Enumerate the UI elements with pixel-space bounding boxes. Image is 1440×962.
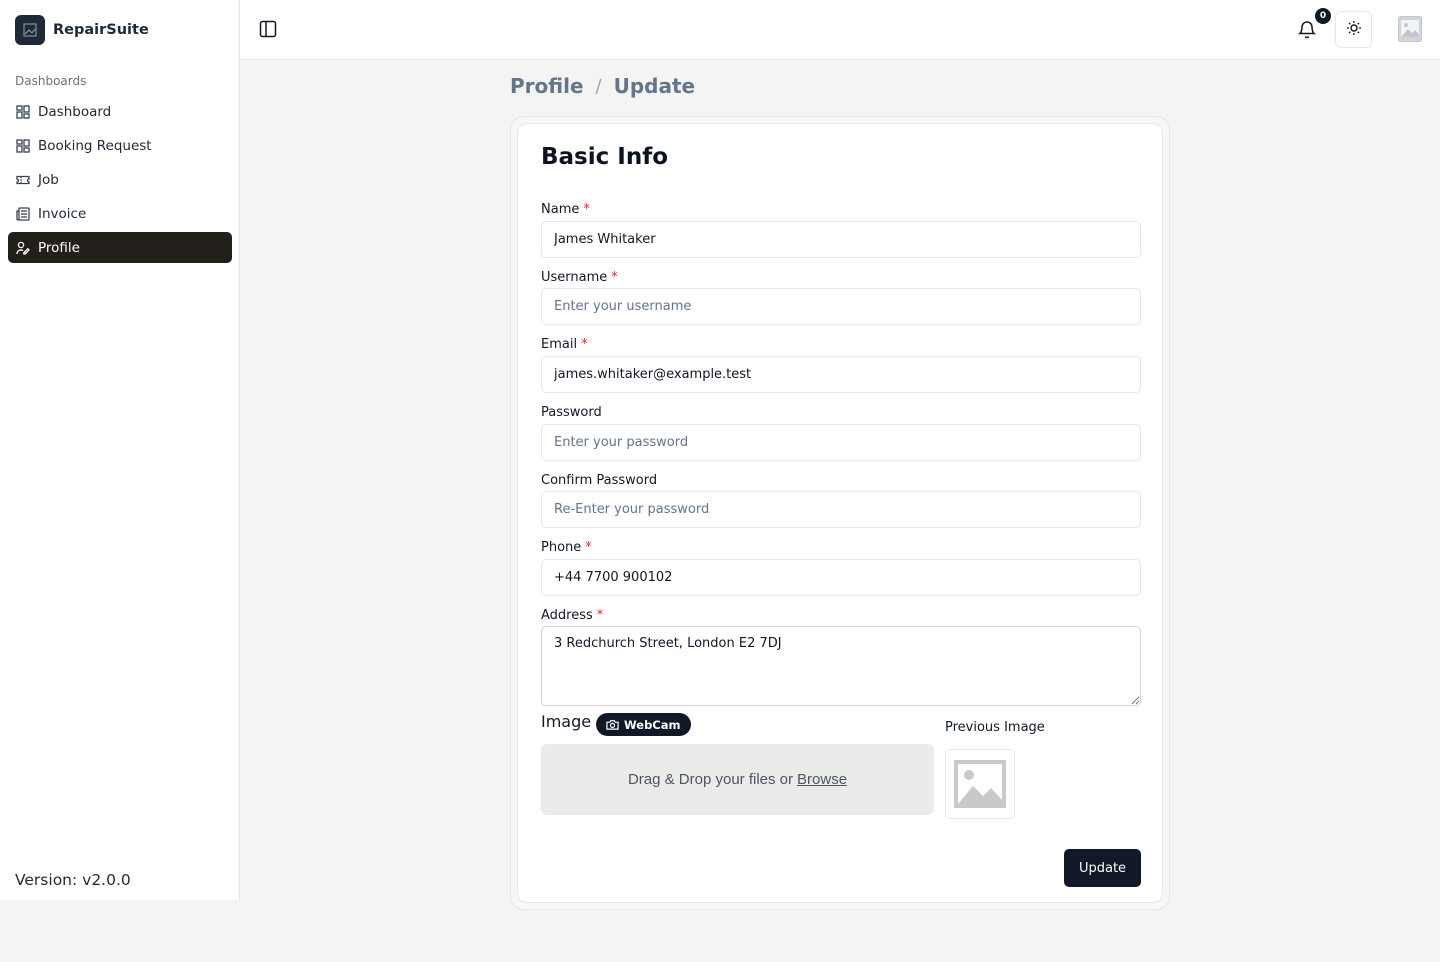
phone-label: Phone * — [541, 540, 592, 555]
name-label-text: Name — [541, 202, 580, 217]
username-field[interactable] — [541, 288, 1141, 325]
phone-label-text: Phone — [541, 540, 582, 555]
image-label: Image — [541, 712, 592, 731]
required-mark: * — [583, 202, 590, 217]
name-label: Name * — [541, 202, 590, 217]
sidebar-item-job[interactable]: Job — [8, 164, 232, 195]
sidebar-item-dashboard[interactable]: Dashboard — [8, 96, 232, 127]
sidebar-item-label: Job — [38, 171, 59, 188]
username-label-text: Username — [541, 270, 608, 285]
broken-image-icon — [23, 23, 37, 37]
sun-icon — [1346, 20, 1362, 40]
avatar-image-icon[interactable] — [1398, 16, 1422, 42]
app-version: Version: v2.0.0 — [15, 871, 131, 889]
name-field[interactable] — [541, 221, 1141, 258]
ticket-icon — [16, 173, 30, 187]
nav-group-label: Dashboards — [15, 74, 87, 88]
phone-field[interactable] — [541, 559, 1141, 596]
sidebar-item-label: Invoice — [38, 205, 87, 222]
dropzone-text: Drag & Drop your files or — [627, 771, 794, 788]
top-header: 0 — [240, 0, 1440, 60]
webcam-label: WebCam — [624, 717, 681, 732]
required-mark: * — [585, 540, 592, 555]
theme-toggle-button[interactable] — [1335, 11, 1372, 48]
breadcrumb: Profile / Update — [510, 74, 695, 98]
image-placeholder-icon — [954, 760, 1006, 808]
image-dropzone[interactable]: Drag & Drop your files or Browse — [541, 744, 934, 815]
sidebar: RepairSuite Dashboards Dashboard Booking… — [0, 0, 240, 900]
user-pen-icon — [16, 241, 30, 255]
sidebar-item-profile[interactable]: Profile — [8, 232, 232, 263]
required-mark: * — [581, 337, 588, 352]
form-card-wrapper: Basic Info Name* Username* Email* Passwo… — [510, 116, 1170, 910]
sidebar-nav: Dashboard Booking Request Job Invoice Pr… — [8, 96, 232, 266]
notification-count-badge: 0 — [1315, 8, 1331, 24]
sidebar-item-invoice[interactable]: Invoice — [8, 198, 232, 229]
breadcrumb-parent-link[interactable]: Profile — [510, 74, 584, 98]
bell-icon[interactable] — [1296, 18, 1318, 40]
form-card: Basic Info Name* Username* Email* Passwo… — [517, 123, 1163, 903]
address-label-text: Address — [541, 608, 593, 623]
browse-link[interactable]: Browse — [797, 771, 847, 788]
email-field[interactable] — [541, 356, 1141, 393]
breadcrumb-separator: / — [595, 75, 602, 97]
sidebar-item-label: Profile — [38, 239, 80, 256]
required-mark: * — [611, 270, 618, 285]
grid-icon — [16, 104, 30, 119]
brand[interactable]: RepairSuite — [15, 14, 149, 46]
webcam-button[interactable]: WebCam — [596, 713, 691, 736]
brand-logo — [15, 15, 45, 45]
confirm-password-label: Confirm Password — [541, 473, 658, 488]
email-label-text: Email — [541, 337, 578, 352]
required-mark: * — [596, 608, 604, 623]
breadcrumb-current: Update — [613, 74, 696, 98]
camera-icon — [606, 718, 619, 731]
sidebar-item-label: Booking Request — [38, 137, 152, 154]
sidebar-item-booking-request[interactable]: Booking Request — [8, 130, 232, 161]
newspaper-icon — [16, 206, 30, 221]
email-label: Email * — [541, 337, 588, 352]
update-button[interactable]: Update — [1064, 849, 1141, 887]
sidebar-item-label: Dashboard — [38, 103, 112, 120]
form-title: Basic Info — [541, 144, 669, 170]
grid-icon — [16, 138, 30, 153]
brand-name: RepairSuite — [53, 22, 149, 38]
confirm-password-field[interactable] — [541, 491, 1141, 528]
previous-image — [945, 749, 1015, 819]
username-label: Username * — [541, 270, 618, 285]
sidebar-toggle-icon[interactable] — [258, 19, 278, 39]
password-field[interactable] — [541, 424, 1141, 461]
address-field[interactable]: 3 Redchurch Street, London E2 7DJ — [541, 626, 1141, 706]
password-label: Password — [541, 405, 602, 420]
address-label: Address * — [541, 608, 603, 623]
previous-image-label: Previous Image — [945, 720, 1045, 735]
